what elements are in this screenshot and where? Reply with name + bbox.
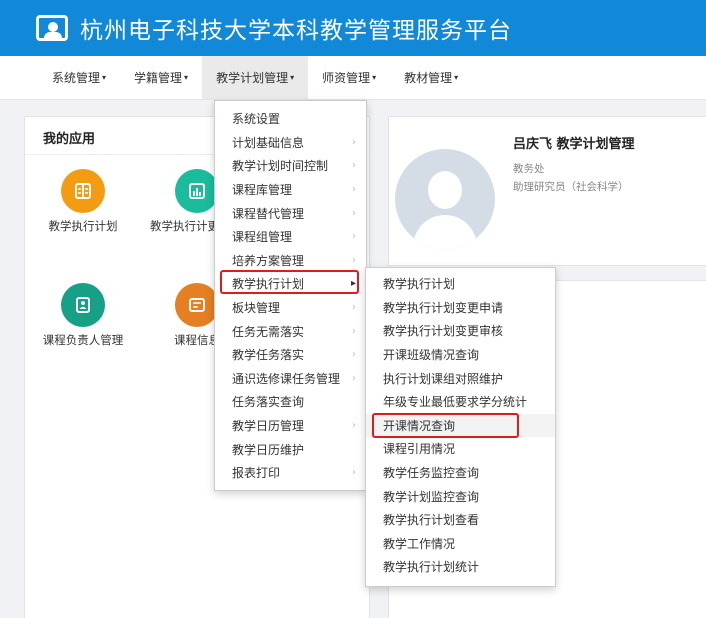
- nav-label: 系统管理: [52, 71, 101, 85]
- submenu-item-work-status[interactable]: 教学工作情况: [366, 532, 555, 556]
- caret-down-icon: ▾: [372, 73, 377, 82]
- avatar: [395, 149, 495, 249]
- submenu-item-task-monitor[interactable]: 教学任务监控查询: [366, 461, 555, 485]
- submenu-item-execution-plan[interactable]: 教学执行计划: [366, 272, 555, 296]
- chevron-right-icon: ›: [352, 467, 356, 479]
- submenu-item-class-query[interactable]: 开课班级情况查询: [366, 343, 555, 367]
- menu-item-block-management[interactable]: 板块管理 ›: [215, 296, 366, 320]
- menu-item-calendar-maintenance[interactable]: 教学日历维护: [215, 437, 366, 461]
- menu-label: 教学计划时间控制: [232, 159, 329, 174]
- caret-down-icon: ▾: [102, 73, 107, 82]
- menu-label: 任务落实查询: [232, 395, 305, 410]
- menu-item-report-print[interactable]: 报表打印 ›: [215, 461, 366, 485]
- contact-icon: [61, 283, 105, 327]
- menu-label: 培养方案管理: [232, 253, 305, 268]
- menu-label: 教学日历维护: [232, 442, 305, 457]
- menu-item-calendar-management[interactable]: 教学日历管理 ›: [215, 414, 366, 438]
- menu-item-training-program[interactable]: 培养方案管理 ›: [215, 249, 366, 273]
- nav-label: 教学计划管理: [216, 71, 289, 85]
- list-icon: [175, 283, 219, 327]
- caret-down-icon: ▾: [290, 73, 295, 82]
- menu-label: 报表打印: [232, 466, 281, 481]
- caret-down-icon: ▾: [184, 73, 189, 82]
- menu-item-plan-basic-info[interactable]: 计划基础信息 ›: [215, 131, 366, 155]
- avatar-head: [428, 171, 462, 209]
- site-title: 杭州电子科技大学本科教学管理服务平台: [80, 18, 512, 44]
- caret-down-icon: ▾: [454, 73, 459, 82]
- menu-item-task-implement[interactable]: 教学任务落实 ›: [215, 343, 366, 367]
- user-name: 吕庆飞 教学计划管理: [513, 137, 635, 152]
- nav-item-textbook[interactable]: 教材管理 ▾: [390, 56, 472, 99]
- chevron-right-icon: ›: [352, 325, 356, 337]
- menu-label: 通识选修课任务管理: [232, 371, 341, 386]
- chevron-right-icon: ›: [352, 254, 356, 266]
- submenu-item-plan-monitor[interactable]: 教学计划监控查询: [366, 484, 555, 508]
- chevron-right-icon: ›: [352, 302, 356, 314]
- nav-item-teaching-plan[interactable]: 教学计划管理 ▾: [202, 56, 309, 99]
- nav-item-system[interactable]: 系统管理 ▾: [38, 56, 120, 99]
- chevron-right-icon: ›: [352, 372, 356, 384]
- highlight-box-execution-plan: [220, 270, 359, 294]
- menu-item-task-no-implement[interactable]: 任务无需落实 ›: [215, 319, 366, 343]
- top-header: 杭州电子科技大学本科教学管理服务平台: [0, 0, 706, 56]
- profile-card: 吕庆飞 教学计划管理 教务处 助理研究员（社会科学）: [388, 116, 706, 266]
- nav-label: 学籍管理: [134, 71, 183, 85]
- chart-icon: [175, 169, 219, 213]
- menu-item-task-query[interactable]: 任务落实查询: [215, 390, 366, 414]
- submenu-item-plan-view[interactable]: 教学执行计划查看: [366, 508, 555, 532]
- user-department: 教务处: [513, 163, 545, 175]
- teaching-plan-dropdown: 系统设置 计划基础信息 › 教学计划时间控制 › 课程库管理 › 课程替代管理 › 课程…: [214, 100, 367, 491]
- chevron-right-icon: ›: [352, 231, 356, 243]
- submenu-item-course-reference[interactable]: 课程引用情况: [366, 437, 555, 461]
- menu-label: 教学任务落实: [232, 348, 305, 363]
- menu-item-general-elective-tasks[interactable]: 通识选修课任务管理 ›: [215, 367, 366, 391]
- chevron-right-icon: ›: [352, 207, 356, 219]
- menu-item-system-settings[interactable]: 系统设置: [215, 107, 366, 131]
- platform-logo-icon: [36, 15, 68, 41]
- menu-label: 课程组管理: [232, 230, 293, 245]
- menu-label: 课程替代管理: [232, 206, 305, 221]
- avatar-body: [413, 215, 477, 249]
- submenu-item-group-mapping[interactable]: 执行计划课组对照维护: [366, 366, 555, 390]
- menu-item-plan-time-control[interactable]: 教学计划时间控制 ›: [215, 154, 366, 178]
- nav-label: 师资管理: [322, 71, 371, 85]
- app-teaching-plan[interactable]: 教学执行计划: [33, 169, 133, 234]
- menu-item-course-group[interactable]: 课程组管理 ›: [215, 225, 366, 249]
- menu-label: 教学日历管理: [232, 419, 305, 434]
- menu-item-course-library[interactable]: 课程库管理 ›: [215, 178, 366, 202]
- menu-label: 任务无需落实: [232, 324, 305, 339]
- submenu-item-plan-stats[interactable]: 教学执行计划统计: [366, 555, 555, 579]
- menu-label: 系统设置: [232, 112, 281, 127]
- main-nav: 系统管理 ▾ 学籍管理 ▾ 教学计划管理 ▾ 师资管理 ▾ 教材管理 ▾: [0, 56, 706, 100]
- chevron-right-icon: ›: [352, 160, 356, 172]
- app-label: 教学执行计划: [48, 219, 118, 233]
- submenu-item-min-credit-stats[interactable]: 年级专业最低要求学分统计: [366, 390, 555, 414]
- chevron-right-icon: ›: [352, 136, 356, 148]
- menu-label: 板块管理: [232, 301, 281, 316]
- app-course-owner[interactable]: 课程负责人管理: [33, 283, 133, 348]
- menu-item-course-substitution[interactable]: 课程替代管理 ›: [215, 201, 366, 225]
- nav-item-student-status[interactable]: 学籍管理 ▾: [120, 56, 202, 99]
- chevron-right-icon: ›: [352, 349, 356, 361]
- book-icon: [61, 169, 105, 213]
- submenu-item-change-request[interactable]: 教学执行计划变更申请: [366, 296, 555, 320]
- highlight-box-course-offering: [372, 413, 519, 438]
- nav-label: 教材管理: [404, 71, 453, 85]
- chevron-right-icon: ›: [352, 420, 356, 432]
- submenu-item-change-review[interactable]: 教学执行计划变更审核: [366, 319, 555, 343]
- menu-label: 课程库管理: [232, 183, 293, 198]
- user-title: 助理研究员（社会科学）: [513, 181, 629, 193]
- app-label: 课程负责人管理: [42, 333, 124, 347]
- menu-label: 计划基础信息: [232, 135, 305, 150]
- chevron-right-icon: ›: [352, 184, 356, 196]
- nav-item-faculty[interactable]: 师资管理 ▾: [308, 56, 390, 99]
